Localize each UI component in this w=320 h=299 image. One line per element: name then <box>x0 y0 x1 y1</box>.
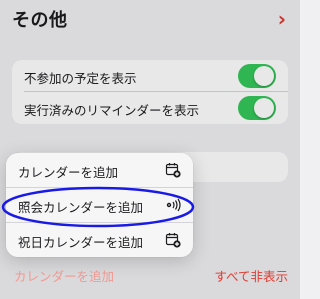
menu-item-add-holiday-calendar[interactable]: 祝日カレンダーを追加 <box>6 223 193 257</box>
menu-item-label: 祝日カレンダーを追加 <box>18 235 144 250</box>
menu-item-label: カレンダーを追加 <box>18 165 119 180</box>
calendars-screen: その他 › 不参加の予定を表示 実行済みのリマインダーを表示 カレンダーを追加 … <box>0 0 300 299</box>
subscribe-broadcast-icon <box>166 198 181 212</box>
menu-item-add-subscribed-calendar[interactable]: 照会カレンダーを追加 <box>6 188 193 222</box>
calendar-add-icon <box>165 163 181 178</box>
menu-item-add-calendar[interactable]: カレンダーを追加 <box>6 153 193 187</box>
hide-all-button[interactable]: すべて非表示 <box>214 266 288 285</box>
calendar-add-icon <box>165 233 181 248</box>
add-calendar-menu: カレンダーを追加 照会カレンダーを追加 祝日カレンダーを追加 <box>6 153 193 257</box>
add-calendar-button[interactable]: カレンダーを追加 <box>14 266 114 285</box>
menu-item-label: 照会カレンダーを追加 <box>18 200 144 215</box>
